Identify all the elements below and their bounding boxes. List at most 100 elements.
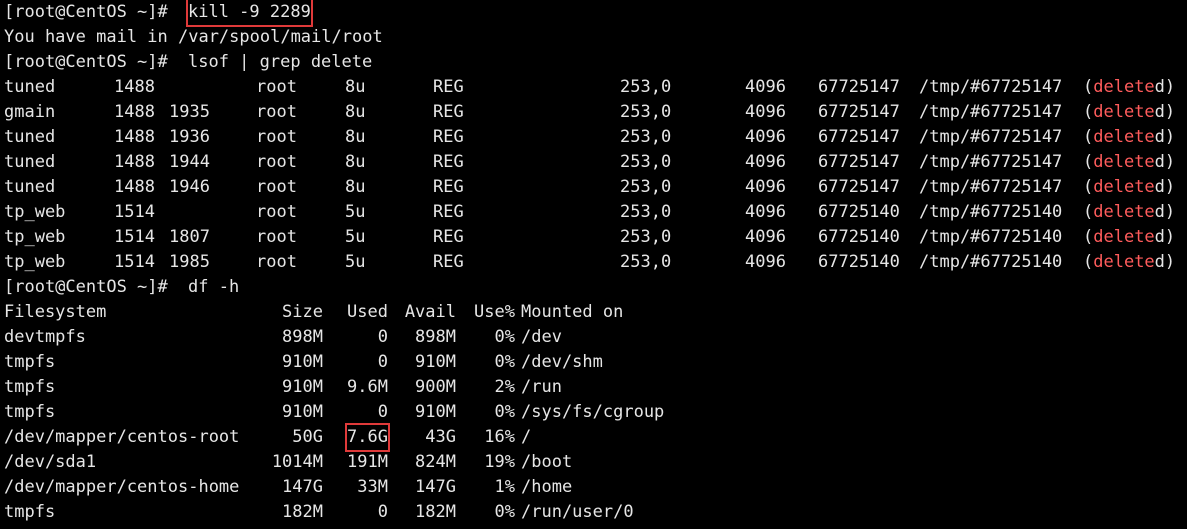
lsof-size: 4096 — [745, 227, 786, 247]
df-filesystem: tmpfs — [4, 352, 56, 372]
lsof-device: 253,0 — [620, 152, 672, 172]
prompt-line-lsof: [root@CentOS ~]# lsof | grep delete — [0, 50, 1187, 75]
df-filesystem: devtmpfs — [4, 327, 86, 347]
lsof-type: REG — [433, 102, 464, 122]
lsof-tid: 1936 — [169, 127, 210, 147]
lsof-fd: 5u — [345, 227, 366, 247]
status-close: d) — [1154, 152, 1176, 172]
lsof-deleted-status: (deleted) — [1083, 225, 1175, 250]
lsof-size: 4096 — [745, 252, 786, 272]
df-mounted: /dev/shm — [521, 352, 603, 372]
lsof-name: /tmp/#67725147 — [919, 127, 1063, 147]
lsof-output: tuned 1488 root 8u REG 253,0 4096 67725147/tmp/… — [0, 75, 1187, 275]
df-used: 0 — [377, 352, 388, 372]
df-header-size: Size — [282, 302, 323, 322]
lsof-tid: 1935 — [169, 102, 210, 122]
lsof-command-name: tp_web — [4, 227, 66, 247]
df-command: df -h — [188, 277, 240, 297]
lsof-deleted-status: (deleted) — [1083, 75, 1175, 100]
lsof-fd: 8u — [345, 152, 366, 172]
df-mounted: /home — [521, 477, 573, 497]
lsof-size: 4096 — [745, 102, 786, 122]
df-size: 910M — [282, 402, 323, 422]
status-open-paren: ( — [1083, 102, 1094, 122]
status-close: d) — [1154, 77, 1176, 97]
df-row: devtmpfs 898M 0 898M 0% /dev — [0, 325, 1187, 350]
lsof-deleted-status: (deleted) — [1083, 100, 1175, 125]
df-used: 9.6M — [347, 377, 388, 397]
lsof-user: root — [256, 177, 297, 197]
df-mounted: /dev — [521, 327, 562, 347]
mail-notice: You have mail in /var/spool/mail/root — [4, 27, 383, 47]
lsof-fd: 8u — [345, 127, 366, 147]
df-usep: 19% — [484, 452, 515, 472]
df-usep: 1% — [494, 477, 515, 497]
df-header-usep: Use% — [474, 302, 515, 322]
df-header-used: Used — [347, 302, 388, 322]
shell-prompt: [root@CentOS ~]# — [4, 277, 178, 297]
lsof-command-name: tuned — [4, 127, 56, 147]
df-mounted: /run — [521, 377, 562, 397]
status-close: d) — [1154, 202, 1176, 222]
lsof-node: 67725140 — [818, 202, 900, 222]
status-close: d) — [1154, 227, 1176, 247]
status-open-paren: ( — [1083, 127, 1094, 147]
df-mounted: /run/user/0 — [521, 502, 634, 522]
lsof-user: root — [256, 127, 297, 147]
lsof-user: root — [256, 202, 297, 222]
df-usep: 2% — [494, 377, 515, 397]
df-output: devtmpfs 898M 0 898M 0%/dev tmpfs 910M 0 910M 0% /… — [0, 325, 1187, 525]
lsof-user: root — [256, 77, 297, 97]
df-row: tmpfs 910M 9.6M 900M 2% /run — [0, 375, 1187, 400]
lsof-pid: 1514 — [114, 252, 155, 272]
lsof-size: 4096 — [745, 127, 786, 147]
status-open-paren: ( — [1083, 77, 1094, 97]
status-open-paren: ( — [1083, 202, 1094, 222]
status-deleted-word: delete — [1093, 102, 1155, 122]
lsof-deleted-status: (deleted) — [1083, 200, 1175, 225]
df-avail: 898M — [415, 327, 456, 347]
lsof-fd: 8u — [345, 177, 366, 197]
status-open-paren: ( — [1083, 152, 1094, 172]
lsof-fd: 8u — [345, 77, 366, 97]
status-close: d) — [1154, 177, 1176, 197]
shell-prompt: [root@CentOS ~]# — [4, 2, 178, 22]
lsof-pid: 1488 — [114, 102, 155, 122]
status-deleted-word: delete — [1093, 152, 1155, 172]
lsof-pid: 1488 — [114, 177, 155, 197]
lsof-name: /tmp/#67725147 — [919, 177, 1063, 197]
df-filesystem: /dev/mapper/centos-home — [4, 477, 240, 497]
df-usep: 0% — [494, 327, 515, 347]
lsof-row: tp_web 1514 1807 root 5u REG 253,0 4096 67725140… — [0, 225, 1187, 250]
lsof-name: /tmp/#67725147 — [919, 102, 1063, 122]
lsof-command-name: tuned — [4, 77, 56, 97]
lsof-user: root — [256, 102, 297, 122]
lsof-device: 253,0 — [620, 227, 672, 247]
lsof-device: 253,0 — [620, 177, 672, 197]
lsof-deleted-status: (deleted) — [1083, 250, 1175, 275]
lsof-pid: 1488 — [114, 77, 155, 97]
df-avail: 824M — [415, 452, 456, 472]
status-deleted-word: delete — [1093, 227, 1155, 247]
lsof-command: lsof | grep delete — [188, 52, 373, 72]
df-row: /dev/sda1 1014M 191M 824M 19% /boot — [0, 450, 1187, 475]
lsof-tid: 1944 — [169, 152, 210, 172]
lsof-node: 67725147 — [818, 177, 900, 197]
df-row: tmpfs 182M 0 182M 0% /run/user/0 — [0, 500, 1187, 525]
terminal-window[interactable]: [root@CentOS ~]# kill -9 2289 You have m… — [0, 0, 1187, 529]
df-size: 910M — [282, 352, 323, 372]
df-usep: 0% — [494, 352, 515, 372]
lsof-type: REG — [433, 77, 464, 97]
lsof-pid: 1488 — [114, 152, 155, 172]
df-filesystem: /dev/mapper/centos-root — [4, 427, 240, 447]
df-avail: 910M — [415, 402, 456, 422]
lsof-user: root — [256, 252, 297, 272]
status-close: d) — [1154, 102, 1176, 122]
lsof-command-name: tp_web — [4, 252, 66, 272]
lsof-node: 67725147 — [818, 152, 900, 172]
df-used: 0 — [377, 402, 388, 422]
prompt-line-kill: [root@CentOS ~]# kill -9 2289 — [0, 0, 1187, 27]
df-usep: 16% — [484, 427, 515, 447]
df-avail: 900M — [415, 377, 456, 397]
df-used: 7.6G — [345, 423, 390, 452]
